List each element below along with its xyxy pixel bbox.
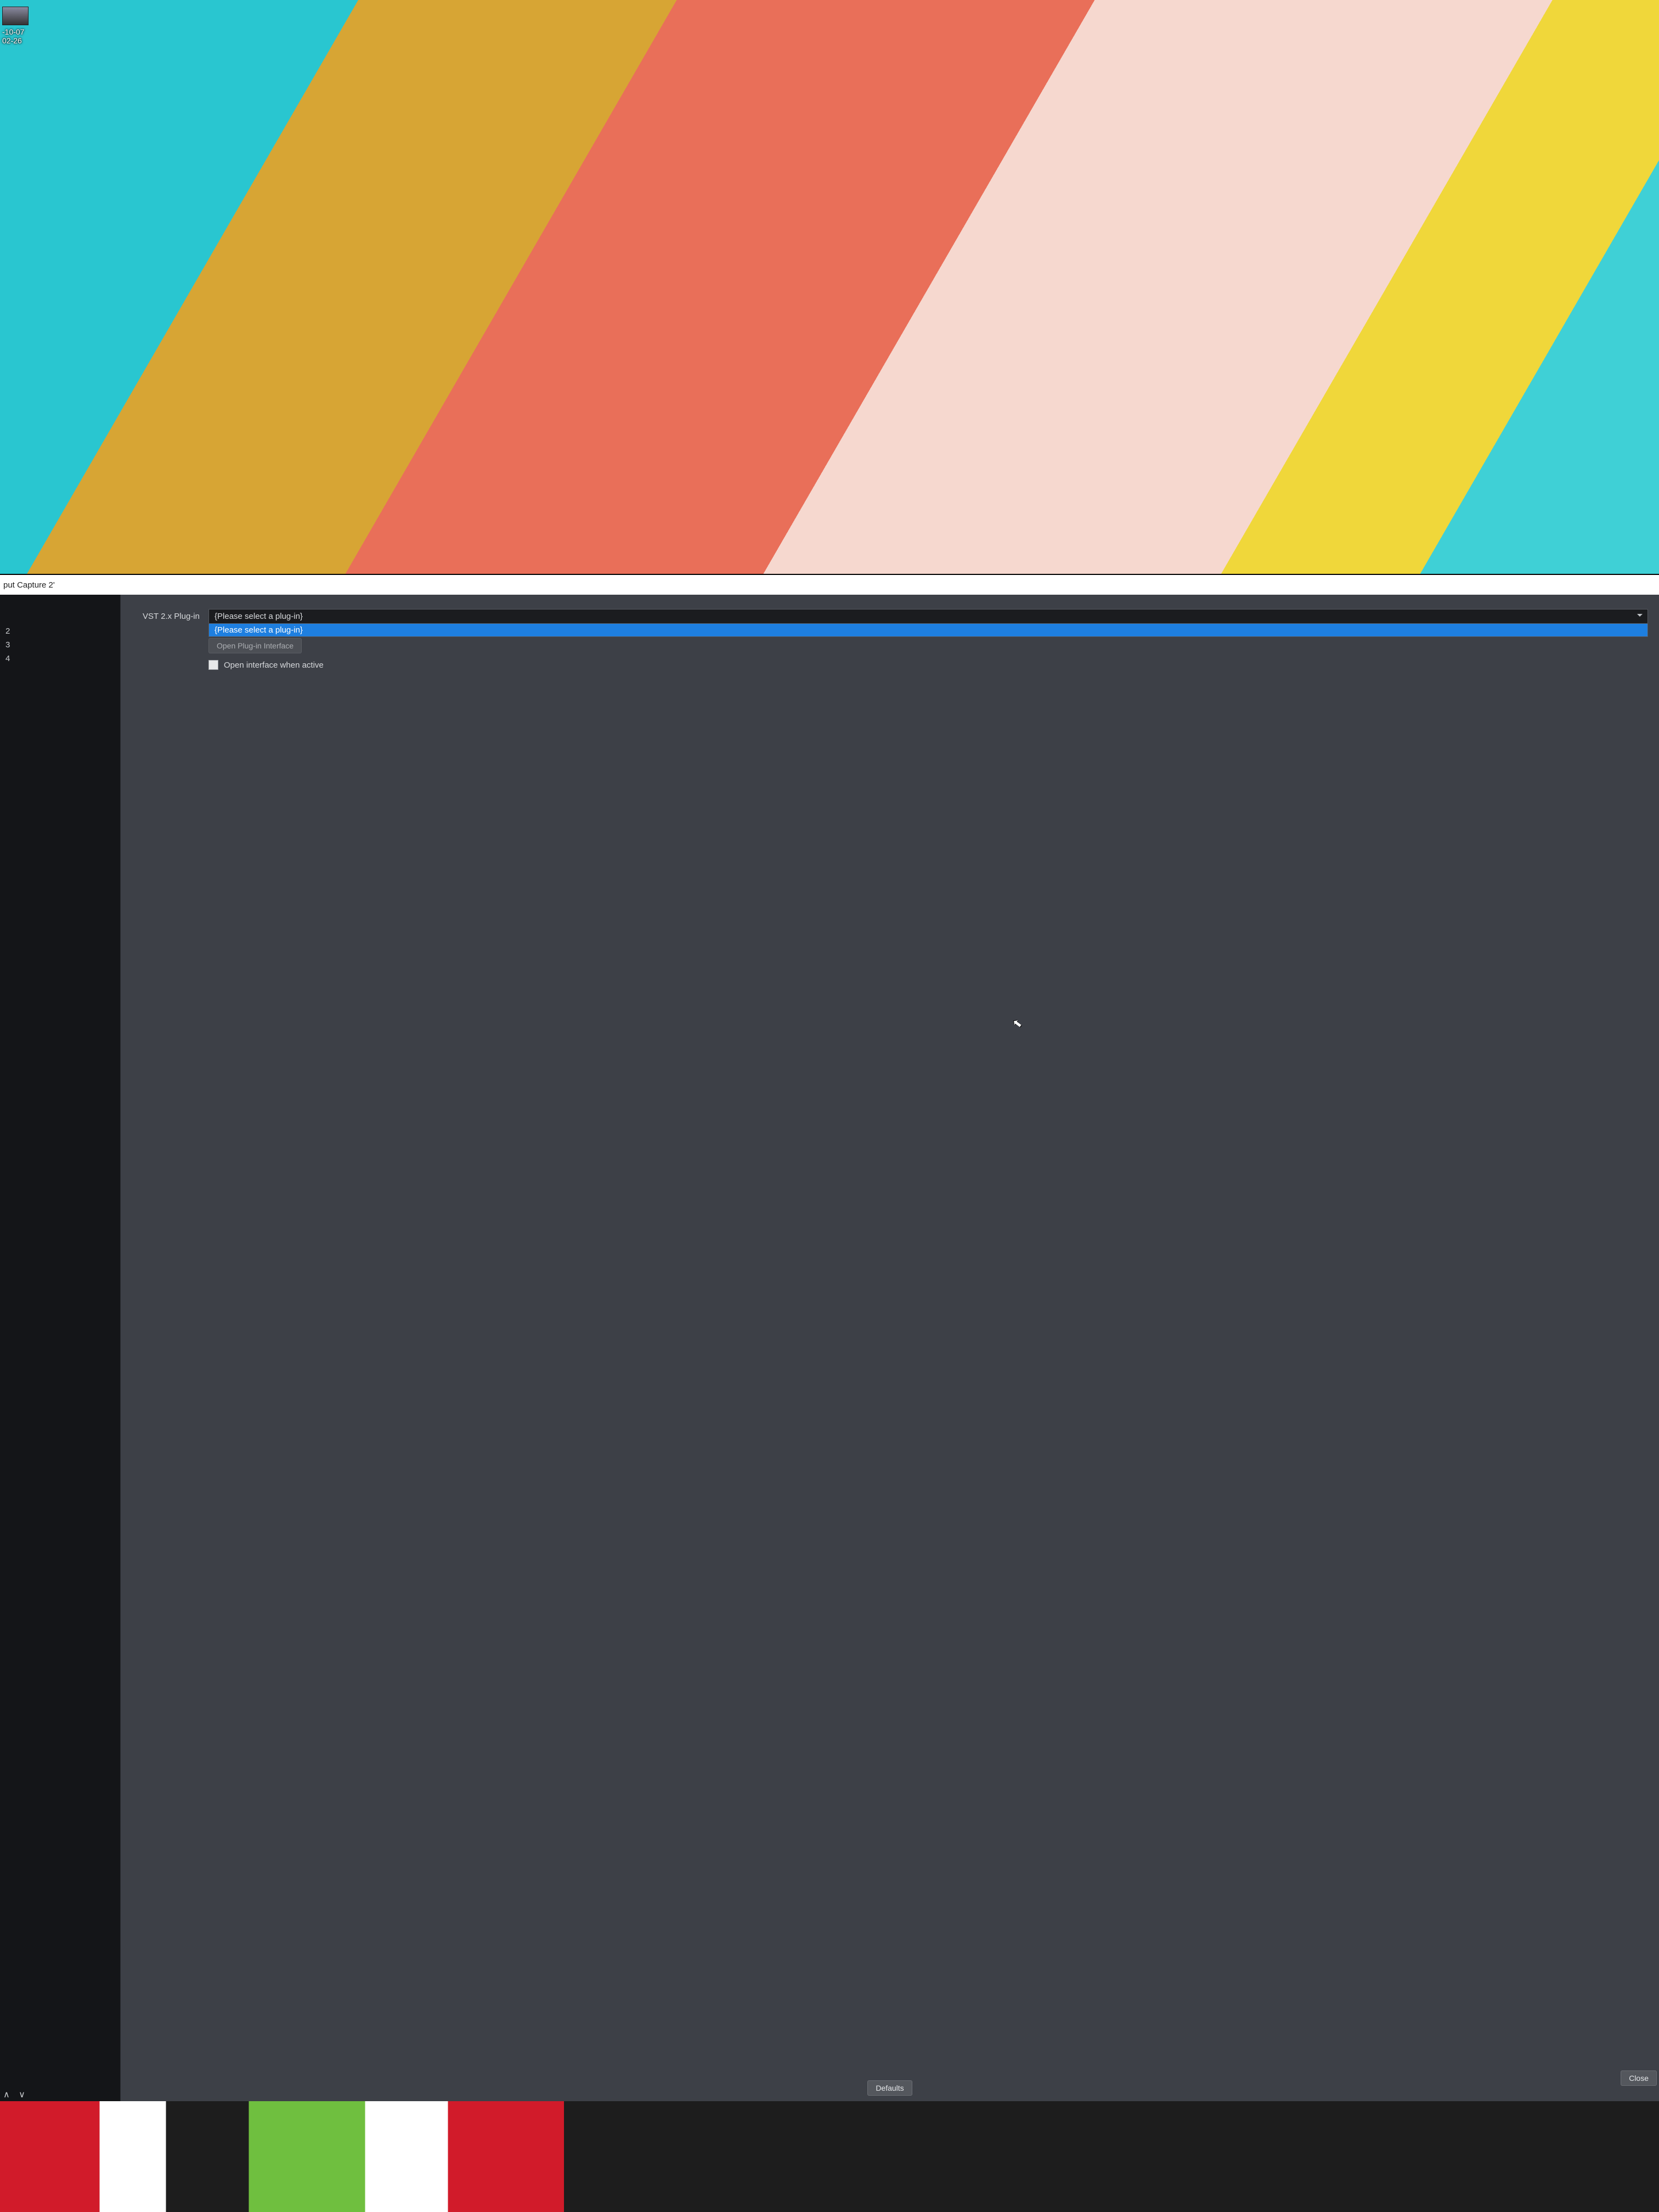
- desktop-wallpaper: -10-07 02-26: [0, 0, 1659, 575]
- desktop-file-icon[interactable]: -10-07 02-26: [2, 7, 29, 45]
- physical-deskmat: [0, 2101, 1659, 2212]
- plugin-option-placeholder[interactable]: {Please select a plug-in}: [209, 624, 1647, 636]
- window-titlebar[interactable]: put Capture 2': [0, 575, 1659, 595]
- video-thumbnail-icon: [2, 7, 29, 25]
- close-button[interactable]: Close: [1621, 2070, 1657, 2086]
- desktop-file-label-line1: -10-07: [2, 27, 29, 36]
- defaults-button[interactable]: Defaults: [867, 2080, 912, 2096]
- plugin-select[interactable]: {Please select a plug-in}: [208, 609, 1648, 624]
- list-item[interactable]: 3: [0, 638, 120, 652]
- list-item[interactable]: 4: [0, 652, 120, 665]
- properties-panel: VST 2.x Plug-in {Please select a plug-in…: [121, 595, 1659, 2101]
- mouse-cursor-icon: ⬉: [1012, 1016, 1023, 1031]
- list-reorder-arrows-icon[interactable]: ∧ ∨: [3, 2089, 29, 2100]
- filter-list[interactable]: 2 3 4: [0, 595, 121, 2101]
- plugin-field-label: VST 2.x Plug-in: [134, 612, 200, 621]
- open-when-active-checkbox[interactable]: [208, 660, 218, 670]
- open-plugin-interface-button[interactable]: Open Plug-in Interface: [208, 638, 302, 653]
- plugin-select-dropdown[interactable]: {Please select a plug-in}: [208, 624, 1648, 637]
- open-when-active-label: Open interface when active: [224, 661, 324, 670]
- list-item[interactable]: 2: [0, 624, 120, 638]
- filter-properties-dialog: 2 3 4 VST 2.x Plug-in {Please select a p…: [0, 595, 1659, 2101]
- desktop-file-label-line2: 02-26: [2, 36, 29, 45]
- window-title: put Capture 2': [3, 580, 55, 590]
